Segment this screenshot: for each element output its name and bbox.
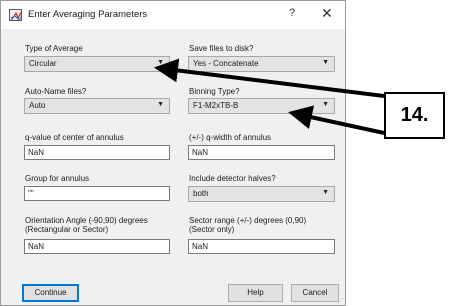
auto-name-dropdown[interactable]: Auto ▼ (24, 98, 170, 114)
binning-type-label: Binning Type? (189, 87, 240, 96)
q-center-label: q-value of center of annulus (25, 133, 124, 142)
orientation-input[interactable]: NaN (24, 239, 170, 254)
averaging-dialog: Enter Averaging Parameters ? ✕ Type of A… (0, 0, 346, 306)
sector-range-input[interactable]: NaN (188, 239, 335, 254)
chevron-down-icon: ▼ (322, 59, 329, 66)
q-center-value: NaN (28, 148, 45, 157)
type-of-average-label: Type of Average (25, 44, 83, 53)
cancel-button[interactable]: Cancel (291, 284, 339, 302)
sector-range-value: NaN (192, 242, 209, 251)
group-annulus-input[interactable]: "" (24, 186, 170, 201)
orientation-value: NaN (28, 242, 45, 251)
title-bar: Enter Averaging Parameters ? ✕ (1, 1, 345, 29)
chevron-down-icon: ▼ (322, 189, 329, 196)
chevron-down-icon: ▼ (157, 101, 164, 108)
save-files-dropdown[interactable]: Yes - Concatenate ▼ (188, 56, 335, 72)
q-width-label: (+/-) q-width of annulus (189, 133, 272, 142)
close-button[interactable]: ✕ (321, 5, 333, 22)
type-of-average-value: Circular (29, 59, 57, 68)
app-icon (9, 9, 22, 21)
save-files-value: Yes - Concatenate (193, 59, 259, 68)
annotation-callout: 14. (384, 92, 445, 139)
q-width-input[interactable]: NaN (188, 145, 335, 160)
auto-name-value: Auto (29, 101, 46, 110)
help-title-button[interactable]: ? (289, 7, 295, 19)
q-center-input[interactable]: NaN (24, 145, 170, 160)
sector-range-label-line2: (Sector only) (189, 225, 235, 234)
binning-type-dropdown[interactable]: F1-M2xTB-B ▼ (188, 98, 335, 114)
orientation-label-line2: (Rectangular or Sector) (25, 225, 109, 234)
window-title: Enter Averaging Parameters (28, 9, 148, 20)
help-button[interactable]: Help (228, 284, 283, 302)
group-annulus-value: "" (28, 189, 34, 198)
auto-name-label: Auto-Name files? (25, 87, 87, 96)
q-width-value: NaN (192, 148, 209, 157)
continue-button[interactable]: Continue (22, 284, 79, 302)
type-of-average-dropdown[interactable]: Circular ▼ (24, 56, 170, 72)
chevron-down-icon: ▼ (157, 59, 164, 66)
detector-halves-label: Include detector halves? (189, 174, 276, 183)
binning-type-value: F1-M2xTB-B (193, 101, 239, 110)
chevron-down-icon: ▼ (322, 101, 329, 108)
group-annulus-label: Group for annulus (25, 174, 90, 183)
detector-halves-value: both (193, 189, 209, 198)
resize-grip-icon[interactable]: ⋰ (337, 297, 344, 305)
detector-halves-dropdown[interactable]: both ▼ (188, 186, 335, 202)
save-files-label: Save files to disk? (189, 44, 254, 53)
